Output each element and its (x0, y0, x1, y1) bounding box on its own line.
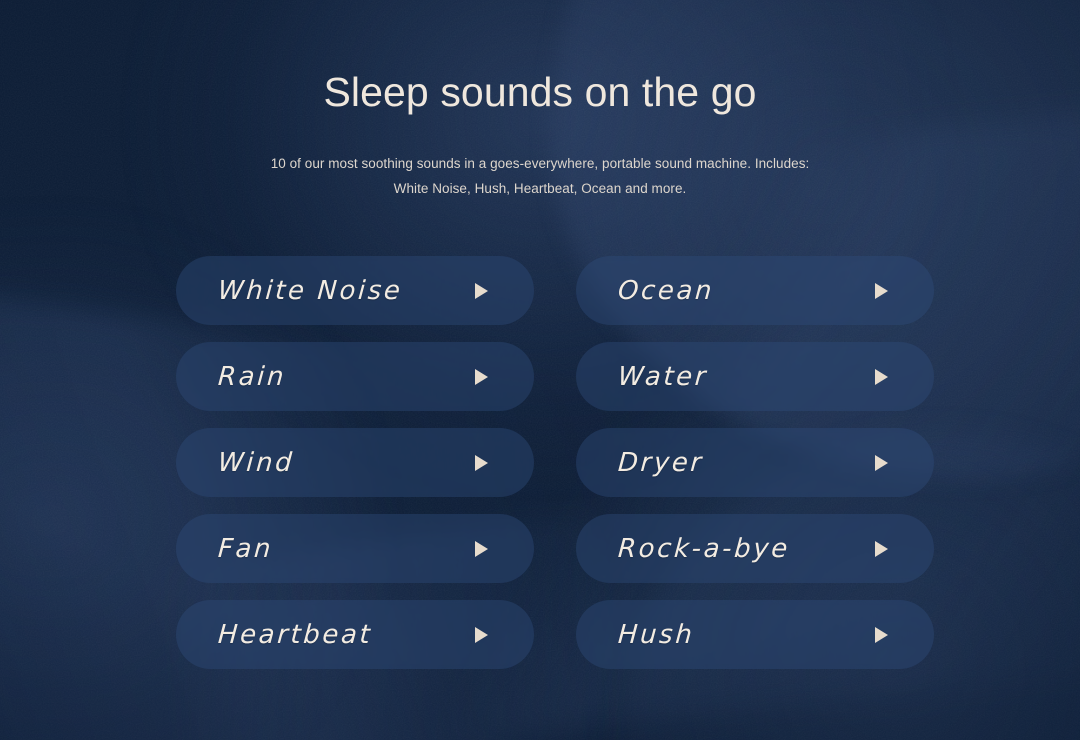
sound-button-ocean[interactable]: Ocean (576, 256, 934, 325)
play-icon[interactable] (875, 368, 888, 385)
play-icon[interactable] (875, 540, 888, 557)
page-content: Sleep sounds on the go 10 of our most so… (0, 0, 1080, 740)
sound-button-label: Heartbeat (216, 619, 374, 650)
sound-button-water[interactable]: Water (576, 342, 934, 411)
sound-button-label: Dryer (616, 447, 705, 478)
sound-button-dryer[interactable]: Dryer (576, 428, 934, 497)
sound-button-wind[interactable]: Wind (176, 428, 534, 497)
sound-button-label: Wind (216, 447, 296, 478)
play-icon[interactable] (475, 454, 488, 471)
play-icon[interactable] (475, 282, 488, 299)
sound-button-hush[interactable]: Hush (576, 600, 934, 669)
sound-button-label: Rain (216, 361, 288, 392)
sound-button-label: Ocean (616, 275, 716, 306)
sound-button-label: Water (616, 361, 710, 392)
play-icon[interactable] (475, 626, 488, 643)
sound-button-grid: White Noise Rain Wind Fan Heartbeat Ocea… (176, 256, 934, 669)
play-icon[interactable] (875, 626, 888, 643)
page-subtitle-line-1: 10 of our most soothing sounds in a goes… (270, 156, 810, 171)
sound-button-label: Rock-a-bye (616, 533, 791, 564)
sound-button-rock-a-bye[interactable]: Rock-a-bye (576, 514, 934, 583)
page-title: Sleep sounds on the go (323, 69, 757, 115)
play-icon[interactable] (475, 540, 488, 557)
sleep-sounds-page: Sleep sounds on the go 10 of our most so… (0, 0, 1080, 740)
page-subtitle-line-2: White Noise, Hush, Heartbeat, Ocean and … (393, 181, 687, 196)
sound-button-fan[interactable]: Fan (176, 514, 534, 583)
sound-button-heartbeat[interactable]: Heartbeat (176, 600, 534, 669)
play-icon[interactable] (475, 368, 488, 385)
sound-button-label: White Noise (216, 275, 404, 306)
sound-button-label: Fan (216, 533, 275, 564)
sound-button-label: Hush (616, 619, 696, 650)
sound-button-rain[interactable]: Rain (176, 342, 534, 411)
play-icon[interactable] (875, 282, 888, 299)
play-icon[interactable] (875, 454, 888, 471)
page-subtitle: 10 of our most soothing sounds in a goes… (230, 151, 850, 201)
sound-button-white-noise[interactable]: White Noise (176, 256, 534, 325)
